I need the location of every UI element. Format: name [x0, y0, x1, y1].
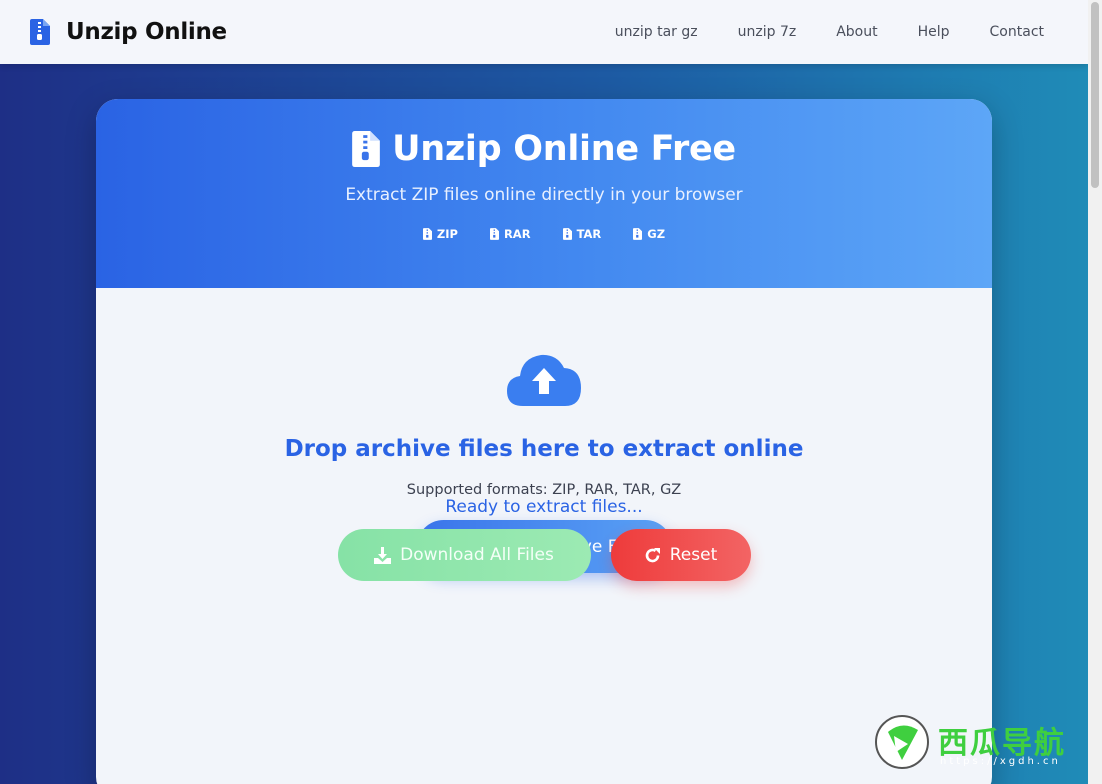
download-all-button[interactable]: Download All Files [337, 529, 591, 581]
format-label: RAR [503, 227, 531, 241]
watermelon-logo-icon [875, 715, 929, 769]
drop-zone-title: Drop archive files here to extract onlin… [284, 436, 804, 462]
nav-links: unzip tar gz unzip 7z About Help Contact [575, 24, 1044, 40]
format-label: GZ [647, 227, 666, 241]
format-badge-zip: ZIP [422, 227, 458, 241]
unzip-card: Unzip Online Free Extract ZIP files onli… [96, 99, 992, 784]
redo-icon [645, 547, 660, 562]
zip-file-icon [489, 228, 499, 240]
nav-link-unzip-7z[interactable]: unzip 7z [738, 24, 797, 40]
supported-formats-text: Supported formats: ZIP, RAR, TAR, GZ [406, 482, 682, 498]
nav-link-unzip-tar-gz[interactable]: unzip tar gz [615, 24, 698, 40]
status-text: Ready to extract files... [445, 497, 643, 517]
cloud-upload-icon [507, 354, 581, 406]
format-badge-tar: TAR [562, 227, 602, 241]
nav-link-contact[interactable]: Contact [990, 24, 1044, 40]
format-badges: ZIP RAR TAR GZ [96, 227, 992, 241]
format-badge-gz: GZ [633, 227, 665, 241]
format-label: ZIP [436, 227, 458, 241]
zip-file-icon [562, 228, 572, 240]
format-badge-rar: RAR [489, 227, 531, 241]
hero-subtitle: Extract ZIP files online directly in you… [345, 185, 743, 205]
format-label: TAR [576, 227, 602, 241]
reset-button[interactable]: Reset [610, 529, 751, 581]
reset-label: Reset [669, 545, 718, 565]
hero-header: Unzip Online Free Extract ZIP files onli… [96, 99, 992, 288]
top-navbar: Unzip Online unzip tar gz unzip 7z About… [0, 0, 1088, 64]
watermark-url: https://xgdh.cn [940, 756, 1061, 767]
nav-link-about[interactable]: About [836, 24, 877, 40]
action-buttons: Download All Files Reset [96, 529, 992, 581]
hero-title: Unzip Online Free [96, 99, 992, 169]
zip-file-icon [352, 131, 380, 167]
page-scrollbar[interactable] [1088, 0, 1102, 784]
brand-name: Unzip Online [66, 19, 227, 45]
download-all-label: Download All Files [400, 545, 554, 565]
nav-link-help[interactable]: Help [918, 24, 950, 40]
download-icon [374, 546, 392, 564]
scrollbar-thumb[interactable] [1091, 2, 1099, 188]
zip-file-icon [422, 228, 432, 240]
watermark: 西瓜导航 https://xgdh.cn [874, 714, 1084, 778]
zip-file-icon [633, 228, 643, 240]
hero-title-text: Unzip Online Free [392, 129, 736, 169]
brand[interactable]: Unzip Online [30, 19, 227, 45]
zip-file-icon [30, 19, 50, 45]
